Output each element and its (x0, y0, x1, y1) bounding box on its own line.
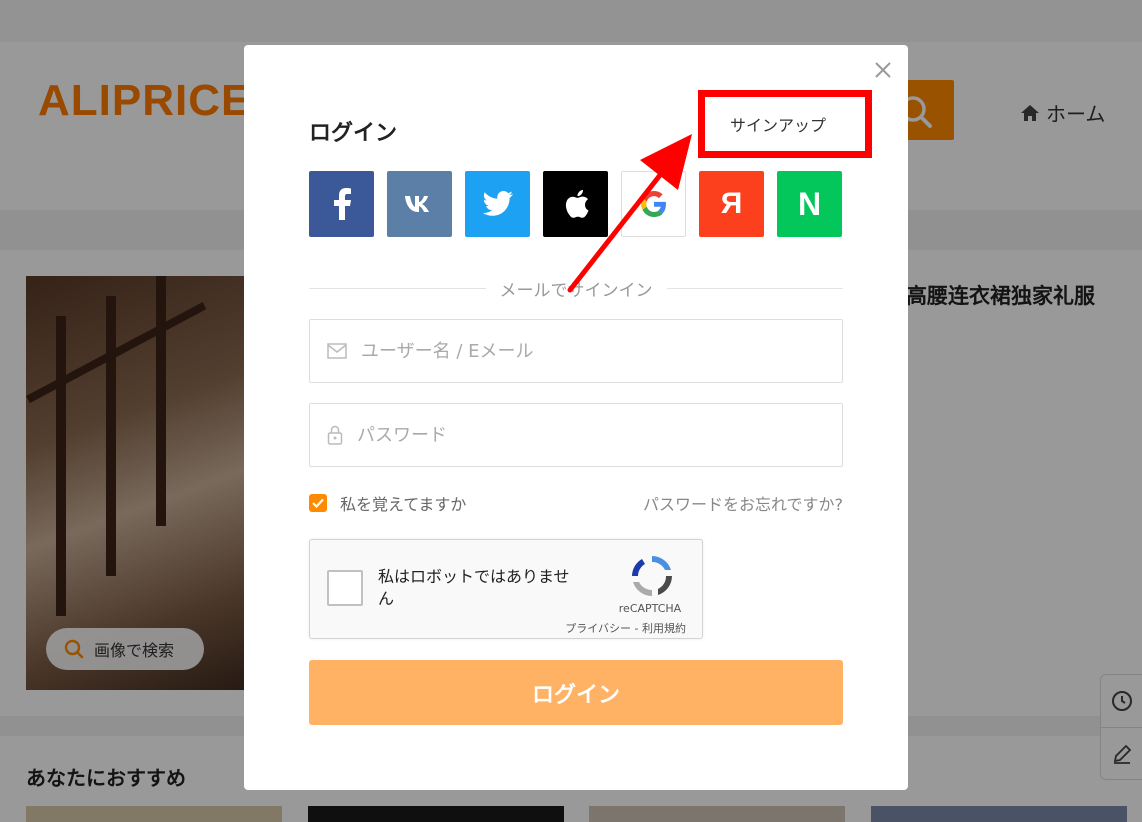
annotation-arrow-icon (567, 134, 692, 293)
